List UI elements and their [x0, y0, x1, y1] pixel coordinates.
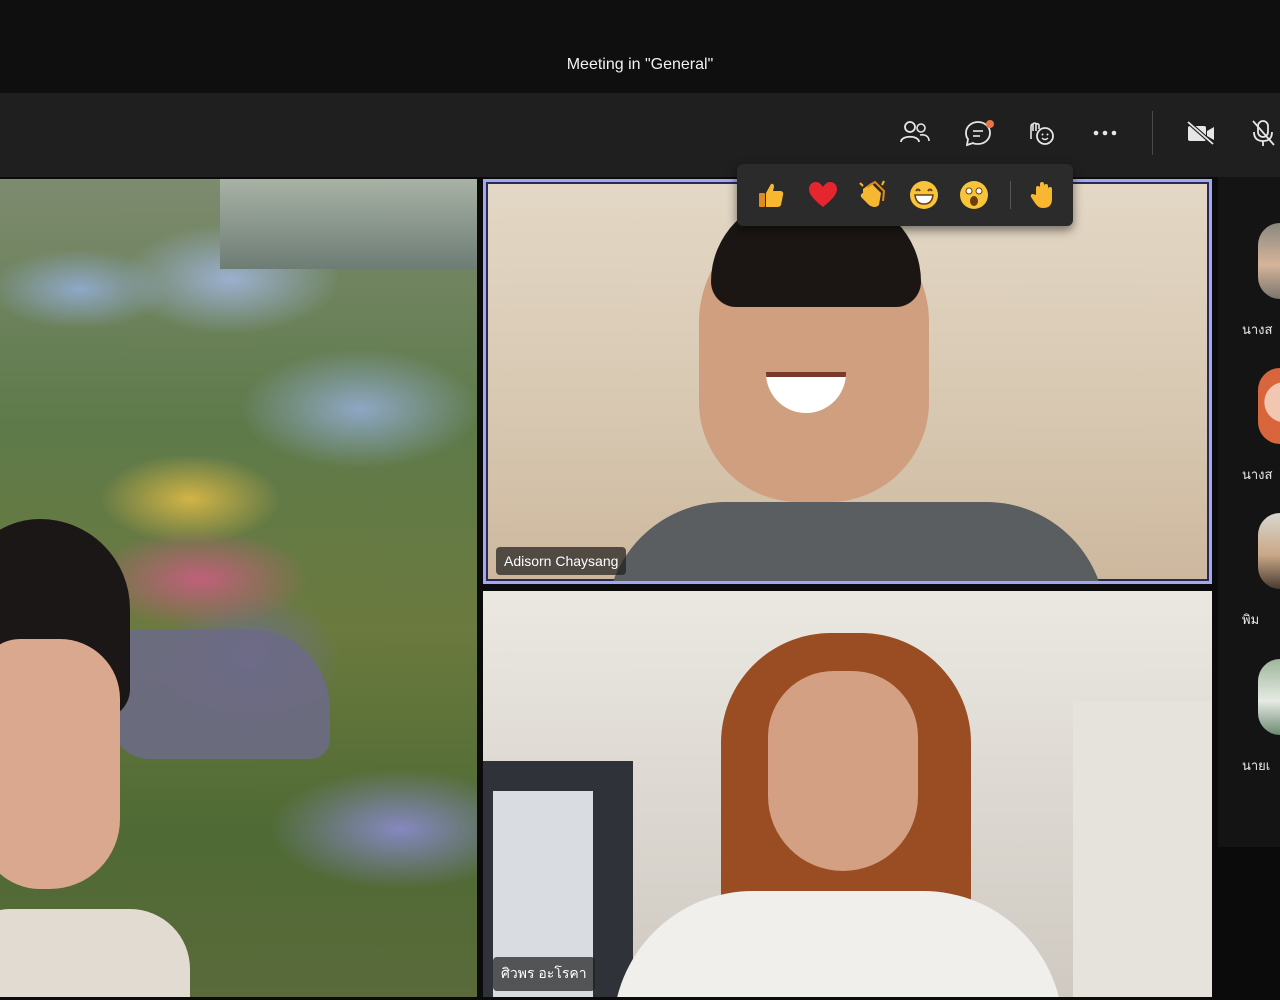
video-tile-siwaporn[interactable]: ศิวพร อะโรคา: [483, 591, 1212, 997]
surprised-icon: [960, 181, 988, 209]
mic-toggle-button[interactable]: [1240, 113, 1280, 153]
laugh-reaction[interactable]: [908, 179, 940, 211]
chat-button[interactable]: [955, 113, 1001, 153]
heart-reaction[interactable]: [807, 179, 839, 211]
surprised-reaction[interactable]: [958, 179, 990, 211]
roster-name: พิม: [1242, 612, 1260, 627]
participant-video-feed: [0, 519, 190, 997]
reaction-divider: [1010, 181, 1011, 209]
clap-icon: [859, 180, 886, 207]
title-bar: Meeting in "General": [0, 0, 1280, 93]
roster-name: นางส: [1242, 467, 1273, 482]
meeting-toolbar: [0, 93, 1280, 177]
participant-roster: นางส นางส พิม นายเ: [1218, 177, 1280, 847]
participant-name-tag: ศิวพร อะโรคา: [493, 957, 595, 991]
reaction-icon: [1030, 122, 1054, 145]
reactions-button[interactable]: [1018, 113, 1064, 153]
video-tile-participant-left[interactable]: [0, 179, 477, 997]
avatar: [1258, 659, 1280, 735]
video-stage: Adisorn Chaysang ศิวพร อะโรคา นางส นางส …: [0, 177, 1280, 1000]
raise-hand-button[interactable]: [1027, 179, 1059, 211]
meeting-title: Meeting in "General": [566, 56, 714, 73]
raised-hand-icon: [1030, 182, 1052, 208]
avatar: [1258, 513, 1280, 589]
thumbs-up-reaction[interactable]: [755, 179, 787, 211]
mic-off-icon: [1252, 120, 1275, 146]
participant-name-tag: Adisorn Chaysang: [496, 547, 627, 575]
applause-reaction[interactable]: [857, 179, 889, 211]
roster-item[interactable]: นายเ: [1218, 659, 1280, 789]
background-buildings: [220, 179, 477, 269]
avatar: [1258, 368, 1280, 444]
camera-toggle-button[interactable]: [1178, 113, 1224, 153]
roster-name: นางส: [1242, 322, 1273, 337]
roster-item[interactable]: นางส: [1218, 223, 1280, 353]
reaction-picker: [737, 164, 1073, 226]
roster-name: นายเ: [1242, 758, 1271, 773]
laugh-icon: [910, 181, 938, 209]
camera-off-icon: [1186, 120, 1215, 146]
roster-item[interactable]: พิม: [1218, 513, 1280, 643]
toolbar-divider: [1152, 111, 1153, 155]
video-tile-adisorn[interactable]: Adisorn Chaysang: [483, 179, 1212, 584]
more-actions-button[interactable]: [1082, 113, 1128, 153]
thumbs-up-icon: [759, 183, 784, 207]
people-icon: [900, 121, 930, 143]
chat-notification-badge: [986, 120, 994, 128]
avatar: [1258, 223, 1280, 299]
roster-item[interactable]: นางส: [1218, 368, 1280, 498]
participant-video-feed: [606, 502, 1106, 581]
participants-button[interactable]: [892, 113, 938, 153]
more-icon: [1093, 130, 1117, 136]
heart-icon: [809, 182, 837, 207]
